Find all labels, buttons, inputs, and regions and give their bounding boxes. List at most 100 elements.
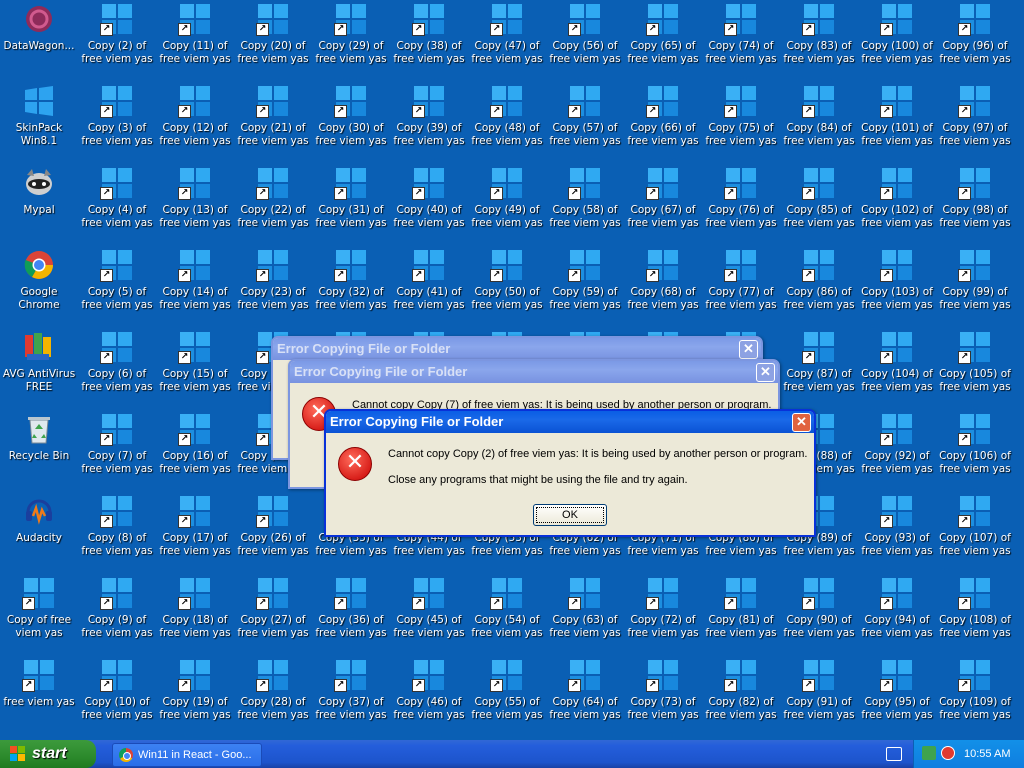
desktop-icon[interactable]: ↗ Copy (15) of free viem yas [156, 330, 234, 410]
desktop-icon[interactable]: ↗ Copy (30) of free viem yas [312, 84, 390, 164]
desktop-icon[interactable]: ↗ Copy (67) of free viem yas [624, 166, 702, 246]
desktop-icon[interactable]: ↗ Copy (9) of free viem yas [78, 576, 156, 656]
desktop-icon[interactable]: ↗ Copy (95) of free viem yas [858, 658, 936, 738]
network-icon[interactable] [922, 746, 936, 760]
error-dialog-front[interactable]: Error Copying File or Folder ✕ ✕ Cannot … [324, 409, 816, 537]
desktop-icon[interactable]: ↗ Copy (13) of free viem yas [156, 166, 234, 246]
desktop-icon[interactable]: Mypal [0, 166, 78, 246]
desktop-icon[interactable]: ↗ Copy (74) of free viem yas [702, 2, 780, 82]
desktop-icon[interactable]: ↗ Copy (59) of free viem yas [546, 248, 624, 328]
desktop-icon[interactable]: ↗ Copy (14) of free viem yas [156, 248, 234, 328]
desktop-icon[interactable]: ↗ Copy (20) of free viem yas [234, 2, 312, 82]
desktop-icon[interactable]: ↗ Copy (29) of free viem yas [312, 2, 390, 82]
desktop-icon[interactable]: ↗ Copy (49) of free viem yas [468, 166, 546, 246]
desktop-icon[interactable]: ↗ Copy (103) of free viem yas [858, 248, 936, 328]
desktop-icon[interactable]: ↗ Copy (96) of free viem yas [936, 2, 1014, 82]
desktop-icon[interactable]: ↗ Copy (97) of free viem yas [936, 84, 1014, 164]
desktop-icon[interactable]: ↗ Copy (57) of free viem yas [546, 84, 624, 164]
desktop-icon[interactable]: ↗ Copy (66) of free viem yas [624, 84, 702, 164]
desktop-icon[interactable]: ↗ Copy (38) of free viem yas [390, 2, 468, 82]
close-button[interactable]: ✕ [756, 363, 775, 382]
desktop-icon[interactable]: ↗ Copy (58) of free viem yas [546, 166, 624, 246]
desktop-icon[interactable]: ↗ Copy (19) of free viem yas [156, 658, 234, 738]
desktop-icon[interactable]: ↗ Copy (76) of free viem yas [702, 166, 780, 246]
desktop-icon[interactable]: ↗ Copy (31) of free viem yas [312, 166, 390, 246]
desktop-icon[interactable]: ↗ Copy (26) of free viem yas [234, 494, 312, 574]
desktop-icon[interactable]: ↗ Copy (90) of free viem yas [780, 576, 858, 656]
clock[interactable]: 10:55 AM [964, 740, 1010, 768]
desktop-icon[interactable]: ↗ Copy (10) of free viem yas [78, 658, 156, 738]
desktop-icon[interactable]: ↗ Copy (72) of free viem yas [624, 576, 702, 656]
desktop-icon[interactable]: Audacity [0, 494, 78, 574]
desktop-icon[interactable]: ↗ Copy (107) of free viem yas [936, 494, 1014, 574]
desktop-icon[interactable]: ↗ Copy (18) of free viem yas [156, 576, 234, 656]
desktop-icon[interactable]: ↗ Copy (8) of free viem yas [78, 494, 156, 574]
desktop-icon[interactable]: ↗ Copy (50) of free viem yas [468, 248, 546, 328]
desktop-icon[interactable]: ↗ Copy (92) of free viem yas [858, 412, 936, 492]
desktop-icon[interactable]: ↗ Copy (101) of free viem yas [858, 84, 936, 164]
desktop-icon[interactable]: ↗ Copy (23) of free viem yas [234, 248, 312, 328]
desktop-icon[interactable]: ↗ Copy (17) of free viem yas [156, 494, 234, 574]
close-button[interactable]: ✕ [792, 413, 811, 432]
desktop-icon[interactable]: DataWagon... [0, 2, 78, 82]
desktop-icon[interactable]: ↗ Copy (41) of free viem yas [390, 248, 468, 328]
desktop-icon[interactable]: ↗ Copy (105) of free viem yas [936, 330, 1014, 410]
desktop-icon[interactable]: ↗ Copy (75) of free viem yas [702, 84, 780, 164]
desktop-icon[interactable]: ↗ Copy (11) of free viem yas [156, 2, 234, 82]
desktop-icon[interactable]: ↗ Copy (109) of free viem yas [936, 658, 1014, 738]
desktop-icon[interactable]: ↗ Copy (45) of free viem yas [390, 576, 468, 656]
desktop-icon[interactable]: SkinPack Win8.1 [0, 84, 78, 164]
desktop-icon[interactable]: ↗ Copy (106) of free viem yas [936, 412, 1014, 492]
desktop-icon[interactable]: Google Chrome [0, 248, 78, 328]
desktop-icon[interactable]: ↗ Copy (6) of free viem yas [78, 330, 156, 410]
desktop-icon[interactable]: ↗ Copy (85) of free viem yas [780, 166, 858, 246]
desktop-icon[interactable]: ↗ Copy (91) of free viem yas [780, 658, 858, 738]
desktop-icon[interactable]: ↗ Copy (16) of free viem yas [156, 412, 234, 492]
ok-button[interactable]: OK [533, 504, 607, 526]
desktop-icon[interactable]: ↗ Copy (100) of free viem yas [858, 2, 936, 82]
desktop-icon[interactable]: ↗ Copy (64) of free viem yas [546, 658, 624, 738]
desktop-icon[interactable]: ↗ Copy (7) of free viem yas [78, 412, 156, 492]
desktop-icon[interactable]: ↗ Copy (93) of free viem yas [858, 494, 936, 574]
desktop-icon[interactable]: ↗ free viem yas [0, 658, 78, 738]
desktop-icon[interactable]: ↗ Copy (12) of free viem yas [156, 84, 234, 164]
desktop-icon[interactable]: ↗ Copy (5) of free viem yas [78, 248, 156, 328]
desktop-icon[interactable]: ↗ Copy (2) of free viem yas [78, 2, 156, 82]
desktop-icon[interactable]: ↗ Copy (94) of free viem yas [858, 576, 936, 656]
desktop-icon[interactable]: ↗ Copy (40) of free viem yas [390, 166, 468, 246]
start-button[interactable]: start [0, 740, 96, 768]
desktop-icon[interactable]: ↗ Copy (22) of free viem yas [234, 166, 312, 246]
desktop-icon[interactable]: ↗ Copy (36) of free viem yas [312, 576, 390, 656]
security-alert-icon[interactable] [941, 746, 955, 760]
desktop-icon[interactable]: ↗ Copy (68) of free viem yas [624, 248, 702, 328]
desktop-icon[interactable]: ↗ Copy (98) of free viem yas [936, 166, 1014, 246]
dialog-title-bar[interactable]: Error Copying File or Folder ✕ [326, 411, 814, 433]
desktop-icon[interactable]: AVG AntiVirus FREE [0, 330, 78, 410]
desktop-icon[interactable]: ↗ Copy (32) of free viem yas [312, 248, 390, 328]
desktop-icon[interactable]: Recycle Bin [0, 412, 78, 492]
dialog-title-bar[interactable]: Error Copying File or Folder ✕ [273, 338, 761, 360]
desktop-icon[interactable]: ↗ Copy (4) of free viem yas [78, 166, 156, 246]
desktop-icon[interactable]: ↗ Copy (82) of free viem yas [702, 658, 780, 738]
desktop-icon[interactable]: ↗ Copy (55) of free viem yas [468, 658, 546, 738]
desktop-icon[interactable]: ↗ Copy (37) of free viem yas [312, 658, 390, 738]
desktop-icon[interactable]: ↗ Copy (28) of free viem yas [234, 658, 312, 738]
desktop-icon[interactable]: ↗ Copy (84) of free viem yas [780, 84, 858, 164]
desktop-icon[interactable]: ↗ Copy (77) of free viem yas [702, 248, 780, 328]
desktop-icon[interactable]: ↗ Copy (54) of free viem yas [468, 576, 546, 656]
desktop-icon[interactable]: ↗ Copy (21) of free viem yas [234, 84, 312, 164]
desktop-icon[interactable]: ↗ Copy (99) of free viem yas [936, 248, 1014, 328]
desktop-icon[interactable]: ↗ Copy (48) of free viem yas [468, 84, 546, 164]
desktop-icon[interactable]: ↗ Copy (86) of free viem yas [780, 248, 858, 328]
desktop-icon[interactable]: ↗ Copy (39) of free viem yas [390, 84, 468, 164]
close-button[interactable]: ✕ [739, 340, 758, 359]
desktop-icon[interactable]: ↗ Copy (73) of free viem yas [624, 658, 702, 738]
desktop-icon[interactable]: ↗ Copy (27) of free viem yas [234, 576, 312, 656]
desktop-icon[interactable]: ↗ Copy (87) of free viem yas [780, 330, 858, 410]
keyboard-icon[interactable] [886, 747, 902, 761]
dialog-title-bar[interactable]: Error Copying File or Folder ✕ [290, 361, 778, 383]
desktop-icon[interactable]: ↗ Copy (83) of free viem yas [780, 2, 858, 82]
desktop-icon[interactable]: ↗ Copy (63) of free viem yas [546, 576, 624, 656]
desktop-icon[interactable]: ↗ Copy (65) of free viem yas [624, 2, 702, 82]
desktop-icon[interactable]: ↗ Copy (47) of free viem yas [468, 2, 546, 82]
